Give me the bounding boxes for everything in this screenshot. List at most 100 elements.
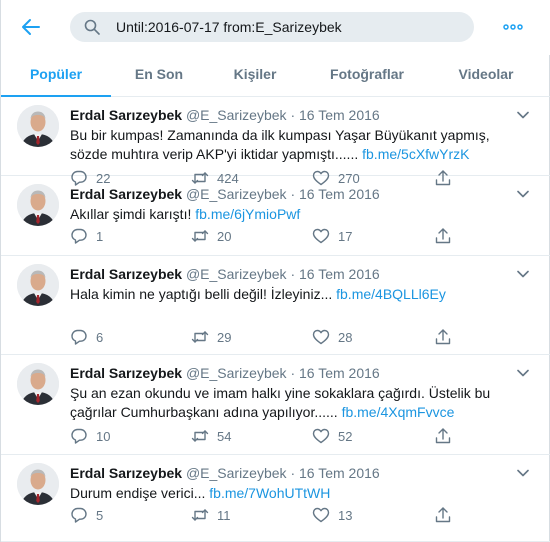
tweet-link[interactable]: fb.me/5cXfwYrzK: [362, 146, 469, 162]
tweet-menu-button[interactable]: [517, 107, 529, 119]
retweet-count: 54: [217, 428, 232, 444]
retweet-button[interactable]: 20: [191, 226, 231, 246]
share-icon: [435, 228, 451, 244]
reply-icon: [71, 228, 87, 244]
tweet-actions: 5 11 13: [70, 505, 490, 525]
tab-latest[interactable]: En Son: [111, 55, 207, 97]
back-button[interactable]: [19, 15, 43, 39]
retweet-count: 20: [217, 228, 232, 244]
search-query[interactable]: Until:2016-07-17 from:E_Sarizeybek: [116, 19, 342, 35]
reply-button[interactable]: 10: [70, 426, 110, 446]
retweet-count: 11: [217, 507, 231, 523]
search-tabs: Popüler En Son Kişiler Fotoğraflar Video…: [1, 55, 550, 97]
like-icon: [312, 329, 330, 345]
tweet[interactable]: Erdal Sarızeybek @E_Sarizeybek · 16 Tem …: [1, 176, 550, 256]
avatar-image: [17, 264, 59, 306]
tweet[interactable]: Erdal Sarızeybek @E_Sarizeybek · 16 Tem …: [1, 97, 550, 186]
tweet[interactable]: Erdal Sarızeybek @E_Sarizeybek · 16 Tem …: [1, 455, 550, 542]
retweet-button[interactable]: 54: [191, 426, 231, 446]
chevron-down-icon: [517, 111, 529, 119]
author-name[interactable]: Erdal Sarızeybek: [70, 365, 182, 381]
share-icon: [435, 428, 451, 444]
retweet-button[interactable]: 11: [191, 505, 231, 525]
reply-button[interactable]: 1: [70, 226, 103, 246]
tweet-actions: 6 29 28: [70, 327, 490, 347]
avatar[interactable]: [17, 264, 59, 306]
tweet-header: Erdal Sarızeybek @E_Sarizeybek · 16 Tem …: [70, 107, 380, 123]
chevron-down-icon: [517, 190, 529, 198]
reply-button[interactable]: 5: [70, 505, 103, 525]
author-name[interactable]: Erdal Sarızeybek: [70, 186, 182, 202]
share-icon: [435, 329, 451, 345]
tweet-date[interactable]: 16 Tem 2016: [299, 266, 380, 282]
reply-icon: [71, 329, 87, 345]
separator-dot: ·: [290, 186, 296, 202]
tweet-link[interactable]: fb.me/7WohUTtWH: [209, 485, 330, 501]
search-icon: [84, 19, 100, 35]
author-name[interactable]: Erdal Sarızeybek: [70, 266, 182, 282]
like-button[interactable]: 13: [312, 505, 352, 525]
tab-videos[interactable]: Videolar: [431, 55, 541, 97]
tweet-menu-button[interactable]: [517, 465, 529, 477]
tab-photos[interactable]: Fotoğraflar: [303, 55, 431, 97]
avatar[interactable]: [17, 184, 59, 226]
share-button[interactable]: [434, 426, 452, 446]
chevron-down-icon: [517, 469, 529, 477]
like-count: 17: [338, 228, 353, 244]
reply-count: 10: [96, 428, 111, 444]
retweet-button[interactable]: 29: [191, 327, 231, 347]
tweet-menu-button[interactable]: [517, 266, 529, 278]
tweet-actions: 10 54 52: [70, 426, 490, 446]
avatar[interactable]: [17, 105, 59, 147]
like-button[interactable]: 52: [312, 426, 352, 446]
tweet[interactable]: Erdal Sarızeybek @E_Sarizeybek · 16 Tem …: [1, 355, 550, 455]
like-icon: [312, 507, 330, 523]
share-button[interactable]: [434, 505, 452, 525]
chevron-down-icon: [517, 369, 529, 377]
more-icon: [503, 24, 523, 30]
avatar[interactable]: [17, 363, 59, 405]
avatar-image: [17, 105, 59, 147]
author-handle[interactable]: @E_Sarizeybek: [186, 107, 287, 123]
author-handle[interactable]: @E_Sarizeybek: [186, 186, 287, 202]
author-handle[interactable]: @E_Sarizeybek: [186, 365, 287, 381]
tab-people[interactable]: Kişiler: [207, 55, 303, 97]
tweet-body-text: Akıllar şimdi karıştı!: [70, 206, 196, 222]
tweet[interactable]: Erdal Sarızeybek @E_Sarizeybek · 16 Tem …: [1, 256, 550, 355]
author-handle[interactable]: @E_Sarizeybek: [186, 465, 287, 481]
tweet-date[interactable]: 16 Tem 2016: [299, 365, 380, 381]
avatar[interactable]: [17, 463, 59, 505]
tweet-link[interactable]: fb.me/4BQLLl6Ey: [336, 286, 446, 302]
tweet-menu-button[interactable]: [517, 365, 529, 377]
author-name[interactable]: Erdal Sarızeybek: [70, 107, 182, 123]
more-options-button[interactable]: [501, 17, 525, 37]
retweet-count: 29: [217, 329, 232, 345]
like-button[interactable]: 28: [312, 327, 352, 347]
share-button[interactable]: [434, 327, 452, 347]
like-button[interactable]: 17: [312, 226, 352, 246]
retweet-icon: [191, 509, 209, 521]
tweet-date[interactable]: 16 Tem 2016: [299, 465, 380, 481]
tweet-date[interactable]: 16 Tem 2016: [299, 186, 380, 202]
separator-dot: ·: [290, 465, 296, 481]
reply-button[interactable]: 6: [70, 327, 103, 347]
like-count: 28: [338, 329, 353, 345]
author-handle[interactable]: @E_Sarizeybek: [186, 266, 287, 282]
share-button[interactable]: [434, 226, 452, 246]
tweet-link[interactable]: fb.me/6jYmioPwf: [195, 206, 300, 222]
tweet-date[interactable]: 16 Tem 2016: [299, 107, 380, 123]
tweet-text: Hala kimin ne yaptığı belli değil! İzley…: [70, 285, 520, 304]
tweet-body-text: Hala kimin ne yaptığı belli değil! İzley…: [70, 286, 337, 302]
like-icon: [312, 228, 330, 244]
tweet-link[interactable]: fb.me/4XqmFvvce: [342, 404, 455, 420]
search-field[interactable]: Until:2016-07-17 from:E_Sarizeybek: [70, 12, 474, 42]
author-name[interactable]: Erdal Sarızeybek: [70, 465, 182, 481]
tweet-text: Akıllar şimdi karıştı! fb.me/6jYmioPwf: [70, 205, 520, 224]
tweet-header: Erdal Sarızeybek @E_Sarizeybek · 16 Tem …: [70, 266, 380, 282]
like-count: 52: [338, 428, 353, 444]
separator-dot: ·: [290, 107, 296, 123]
reply-count: 6: [96, 329, 104, 345]
tweet-menu-button[interactable]: [517, 186, 529, 198]
tab-popular[interactable]: Popüler: [1, 55, 111, 97]
tweet-body-text: Durum endişe verici...: [70, 485, 210, 501]
